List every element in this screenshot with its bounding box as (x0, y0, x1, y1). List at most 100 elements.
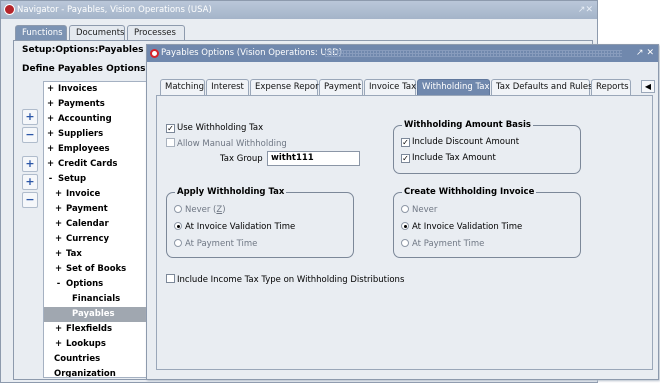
payables-options-window: Payables Options (Vision Operations: USD… (146, 44, 659, 380)
expand-node-icon[interactable]: + (46, 157, 55, 172)
tree-item[interactable]: + Employees (44, 142, 147, 157)
tree-item[interactable]: Organization (44, 367, 147, 377)
oracle-form-icon (150, 49, 159, 58)
tax-group-label: Tax Group (220, 154, 263, 164)
navigator-title-bar[interactable]: Navigator - Payables, Vision Operations … (1, 1, 597, 19)
expand-node-icon[interactable]: + (54, 187, 63, 202)
tab-functions[interactable]: Functions (15, 25, 67, 41)
tree-item-label: Suppliers (57, 129, 104, 139)
collapse-node-icon[interactable]: - (46, 172, 55, 187)
tab-interest[interactable]: Interest (206, 79, 249, 95)
radio-off-icon (401, 239, 409, 247)
tree-item[interactable]: Payables (44, 307, 147, 322)
expand-node-icon[interactable]: + (46, 142, 55, 157)
create-invoice-validation-label: At Invoice Validation Time (412, 222, 523, 232)
apply-withholding-tax-title: Apply Withholding Tax (175, 186, 287, 198)
options-window-controls[interactable]: ↗ ✕ (636, 45, 654, 62)
tree-item[interactable]: + Invoice (44, 187, 147, 202)
breadcrumb: Setup:Options:Payables (22, 45, 144, 55)
tab-payment[interactable]: Payment (319, 79, 363, 95)
tree-item-label: Payments (57, 99, 105, 109)
include-tax-amount-checkbox[interactable]: ✓ Include Tax Amount (401, 152, 496, 164)
expand-all-icon[interactable]: + (22, 174, 38, 190)
tree-item[interactable]: + Suppliers (44, 127, 147, 142)
navigator-window-controls[interactable]: ↗✕ (578, 1, 593, 19)
expand-node-icon[interactable]: + (54, 217, 63, 232)
expand-node-icon[interactable]: + (46, 112, 55, 127)
expand-node-icon[interactable]: + (46, 97, 55, 112)
create-payment-time-label: At Payment Time (412, 239, 485, 249)
tree-item[interactable]: + Invoices (44, 82, 147, 97)
tree-item-label: Lookups (65, 339, 106, 349)
oracle-app-icon (4, 4, 15, 15)
expand-node-icon[interactable]: + (46, 82, 55, 97)
tree-item-label: Invoice (65, 189, 101, 199)
tree-item-label: Set of Books (65, 264, 127, 274)
create-invoice-validation-radio[interactable]: At Invoice Validation Time (401, 221, 522, 233)
expand-node-icon[interactable]: + (54, 337, 63, 352)
tree-item[interactable]: + Payment (44, 202, 147, 217)
expand-node-icon[interactable]: + (54, 202, 63, 217)
tree-item-label: Options (65, 279, 104, 289)
tree-item[interactable]: Financials (44, 292, 147, 307)
tree-item-label: Accounting (57, 114, 112, 124)
withholding-amount-basis-title: Withholding Amount Basis (402, 119, 533, 131)
create-never-label: Never (412, 205, 438, 215)
include-tax-amount-label: Include Tax Amount (412, 153, 496, 163)
withholding-amount-basis-group: Withholding Amount Basis ✓ Include Discou… (393, 119, 581, 174)
checkbox-unchecked-icon (166, 274, 175, 283)
tab-documents[interactable]: Documents (69, 25, 125, 41)
tab-tax-defaults-and-rules[interactable]: Tax Defaults and Rules (491, 79, 593, 95)
include-income-tax-type-checkbox[interactable]: Include Income Tax Type on Withholding D… (166, 274, 404, 286)
tree-item[interactable]: + Lookups (44, 337, 147, 352)
navigator-title: Navigator - Payables, Vision Operations … (17, 5, 212, 15)
tree-item[interactable]: + Payments (44, 97, 147, 112)
expand-branch-icon[interactable]: + (22, 156, 38, 172)
expand-node-icon[interactable]: + (54, 262, 63, 277)
tab-matching[interactable]: Matching (160, 79, 205, 95)
tree-item-label: Countries (54, 354, 101, 364)
tree-item[interactable]: + Flexfields (44, 322, 147, 337)
tree-item[interactable]: + Credit Cards (44, 157, 147, 172)
collapse-node-icon[interactable]: - (54, 277, 63, 292)
apply-never-label: Never (Z) (185, 205, 226, 215)
tree-item[interactable]: + Accounting (44, 112, 147, 127)
tab-invoice-tax[interactable]: Invoice Tax (364, 79, 416, 95)
collapse-all-icon[interactable]: − (22, 192, 38, 208)
tree-item-label: Payment (65, 204, 108, 214)
include-discount-amount-checkbox[interactable]: ✓ Include Discount Amount (401, 136, 519, 148)
tab-scroll-left-icon[interactable]: ◀ (641, 80, 655, 93)
create-never-radio[interactable]: Never (401, 204, 437, 216)
tree-item[interactable]: + Set of Books (44, 262, 147, 277)
checkbox-checked-icon: ✓ (166, 124, 175, 133)
tab-expense-report[interactable]: Expense Report (250, 79, 322, 95)
use-withholding-tax-checkbox[interactable]: ✓ Use Withholding Tax (166, 122, 263, 134)
tax-group-input[interactable]: witht111 (267, 151, 360, 166)
allow-manual-withholding-checkbox[interactable]: Allow Manual Withholding (166, 138, 287, 150)
expand-node-icon[interactable]: + (54, 247, 63, 262)
page-title: Define Payables Options (22, 64, 146, 74)
apply-invoice-validation-radio[interactable]: At Invoice Validation Time (174, 221, 295, 233)
expand-node-icon[interactable]: + (46, 127, 55, 142)
tab-processes[interactable]: Processes (127, 25, 185, 41)
apply-payment-time-radio[interactable]: At Payment Time (174, 238, 257, 250)
tree-item[interactable]: + Calendar (44, 217, 147, 232)
create-withholding-invoice-group: Create Withholding Invoice Never At Invo… (393, 186, 581, 258)
apply-never-radio[interactable]: Never (Z) (174, 204, 226, 216)
collapse-one-icon[interactable]: − (22, 127, 38, 143)
tree-item-label: Employees (57, 144, 110, 154)
create-payment-time-radio[interactable]: At Payment Time (401, 238, 484, 250)
tree-item[interactable]: + Tax (44, 247, 147, 262)
tab-withholding-tax[interactable]: Withholding Tax (417, 79, 490, 95)
tree-item[interactable]: Countries (44, 352, 147, 367)
options-title-bar[interactable]: Payables Options (Vision Operations: USD… (147, 45, 658, 62)
tree-item[interactable]: - Setup (44, 172, 147, 187)
tree-item[interactable]: - Options (44, 277, 147, 292)
expand-node-icon[interactable]: + (54, 322, 63, 337)
expand-node-icon[interactable]: + (54, 232, 63, 247)
tree-item[interactable]: + Currency (44, 232, 147, 247)
tree-item-label: Invoices (57, 84, 98, 94)
tree-item-label: Setup (57, 174, 87, 184)
expand-one-icon[interactable]: + (22, 109, 38, 125)
tab-reports[interactable]: Reports (591, 79, 631, 95)
